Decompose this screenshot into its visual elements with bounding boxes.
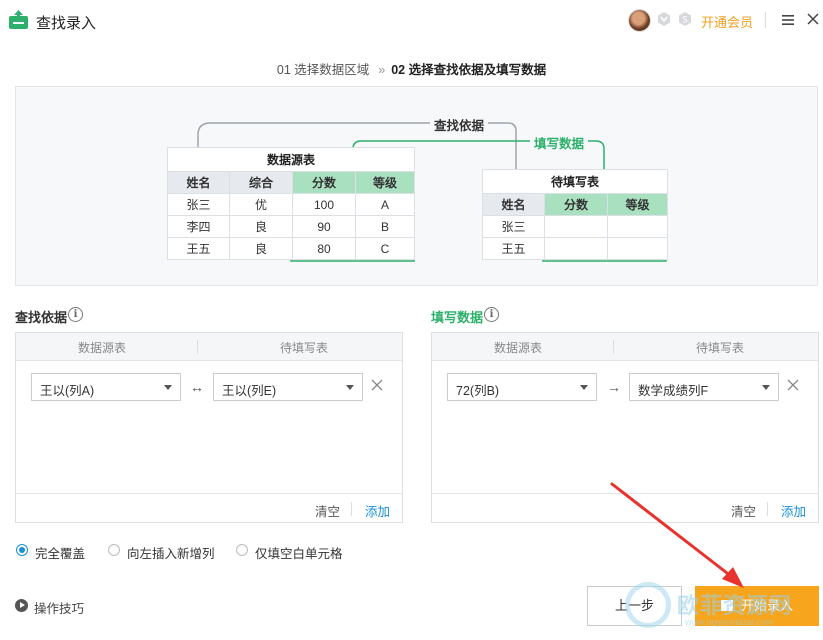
lookup-add-button[interactable]: 添加 xyxy=(365,501,390,520)
remove-row-icon[interactable] xyxy=(371,379,383,391)
chevron-down-icon xyxy=(580,385,588,390)
table-row: 王五良 80 C xyxy=(167,237,415,260)
fill-section-title: 填写数据 xyxy=(431,310,484,325)
lookup-info-icon[interactable]: i xyxy=(68,307,83,322)
lookup-col-source: 数据源表 xyxy=(78,341,127,355)
bidirectional-arrow-icon: ↔ xyxy=(190,379,204,395)
fill-panel: 数据源表 待填写表 72(列B) → 数学成绩列F 清空 添加 xyxy=(431,332,819,523)
remove-row-icon[interactable] xyxy=(787,379,799,391)
chevron-down-icon xyxy=(164,385,172,390)
source-header-name: 姓名 xyxy=(167,171,230,194)
fill-col-source: 数据源表 xyxy=(494,341,543,355)
illustration-panel: 查找依据 填写数据 数据源表 姓名 综合 分数 等级 张三优 100 A 李四良 90… xyxy=(15,86,818,286)
fill-col-target: 待填写表 xyxy=(696,341,745,355)
start-import-button[interactable]: 开始录入 xyxy=(695,586,819,626)
step-separator: » xyxy=(378,63,385,77)
titlebar-divider xyxy=(765,12,766,28)
target-header-name: 姓名 xyxy=(482,193,545,216)
fill-clear-button[interactable]: 清空 xyxy=(731,501,756,520)
user-avatar[interactable] xyxy=(628,9,651,32)
lookup-clear-button[interactable]: 清空 xyxy=(315,501,340,520)
step-breadcrumb: 01 选择数据区域 » 02 选择查找依据及填写数据 xyxy=(0,59,823,78)
open-vip-link[interactable]: 开通会员 xyxy=(701,12,753,31)
svg-text:S: S xyxy=(682,16,688,26)
window-title: 查找录入 xyxy=(36,15,97,32)
lookup-basis-label: 查找依据 xyxy=(430,115,489,134)
lookup-target-select[interactable]: 王以(列E) xyxy=(213,373,363,401)
table-row: 张三优 100 A xyxy=(167,193,415,216)
import-app-icon xyxy=(9,10,28,29)
target-table-illustration: 待填写表 姓名 分数 等级 张三 王五 xyxy=(482,169,668,260)
fill-source-select[interactable]: 72(列B) xyxy=(447,373,597,401)
step-1-label[interactable]: 01 选择数据区域 xyxy=(277,63,369,77)
menu-icon[interactable] xyxy=(781,12,795,28)
fill-panel-header: 数据源表 待填写表 xyxy=(432,333,818,361)
source-table-caption: 数据源表 xyxy=(167,147,415,172)
title-bar: 查找录入 S 开通会员 xyxy=(0,0,823,42)
lookup-col-target: 待填写表 xyxy=(280,341,329,355)
super-member-badge-icon[interactable]: S xyxy=(678,12,692,26)
table-row: 王五 xyxy=(482,237,668,260)
table-row: 李四良 90 B xyxy=(167,215,415,238)
fill-target-select[interactable]: 数学成绩列F xyxy=(629,373,779,401)
fill-add-button[interactable]: 添加 xyxy=(781,501,806,520)
lookup-section-title: 查找依据 xyxy=(15,310,68,325)
table-row: 张三 xyxy=(482,215,668,238)
fill-data-label: 填写数据 xyxy=(530,133,589,152)
fill-info-icon[interactable]: i xyxy=(484,307,499,322)
step-2-label: 02 选择查找依据及填写数据 xyxy=(391,63,547,77)
target-table-caption: 待填写表 xyxy=(482,169,668,194)
lookup-panel: 数据源表 待填写表 王以(列A) ↔ 王以(列E) 清空 添加 xyxy=(15,332,403,523)
lookup-panel-footer: 清空 添加 xyxy=(16,493,402,522)
source-header-overall: 综合 xyxy=(229,171,293,194)
right-arrow-icon: → xyxy=(607,379,621,395)
target-header-score: 分数 xyxy=(544,193,608,216)
previous-step-button[interactable]: 上一步 xyxy=(587,586,682,626)
member-badge-icon[interactable] xyxy=(657,12,671,26)
fill-panel-footer: 清空 添加 xyxy=(432,493,818,522)
target-header-grade: 等级 xyxy=(607,193,668,216)
lookup-panel-header: 数据源表 待填写表 xyxy=(16,333,402,361)
close-icon[interactable] xyxy=(806,12,820,26)
chevron-down-icon xyxy=(762,385,770,390)
play-icon xyxy=(15,599,28,612)
source-header-grade: 等级 xyxy=(355,171,415,194)
source-table-illustration: 数据源表 姓名 综合 分数 等级 张三优 100 A 李四良 90 B 王五良 80 C xyxy=(167,147,415,260)
lookup-source-select[interactable]: 王以(列A) xyxy=(31,373,181,401)
import-icon xyxy=(720,600,733,611)
source-header-score: 分数 xyxy=(292,171,356,194)
chevron-down-icon xyxy=(346,385,354,390)
illustration-connectors xyxy=(193,122,667,262)
